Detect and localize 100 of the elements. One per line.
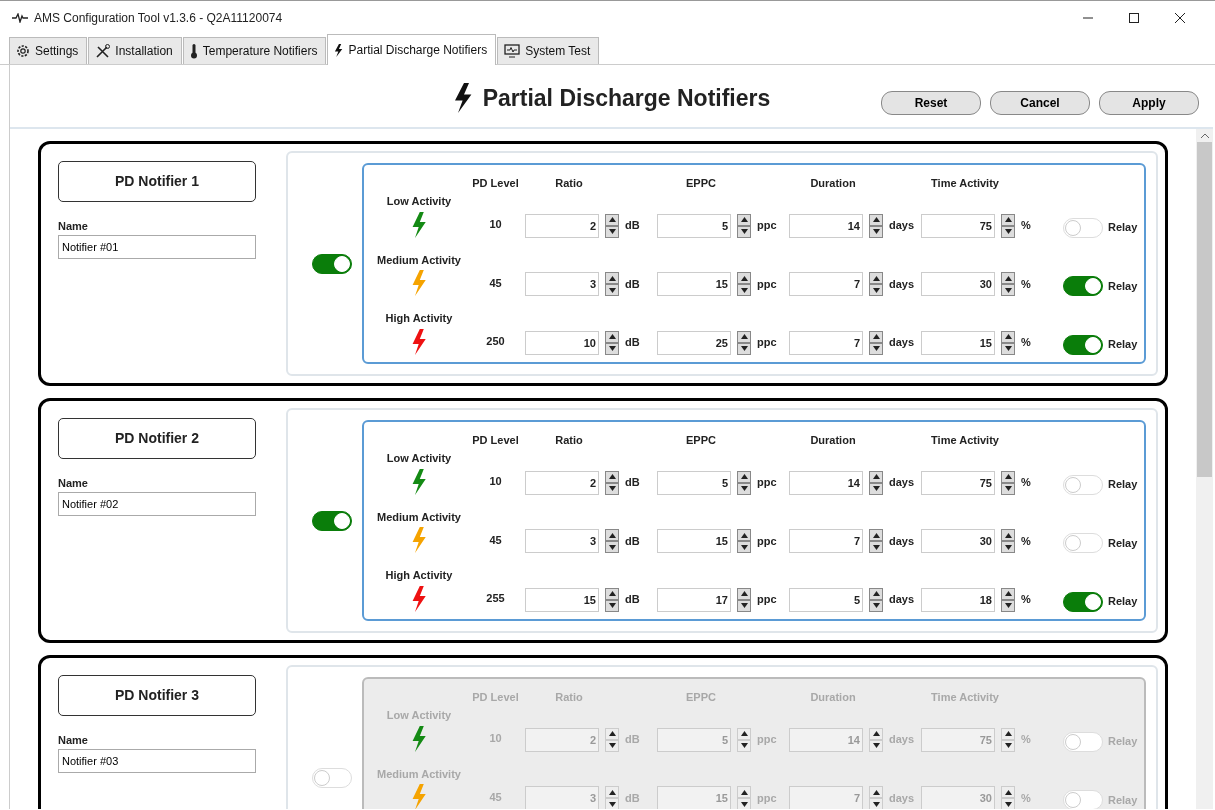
spin-up-button[interactable] — [869, 786, 883, 798]
number-field[interactable]: 5 — [657, 470, 731, 495]
spin-up-button[interactable] — [737, 470, 751, 483]
toggle-switch[interactable] — [312, 510, 352, 531]
number-field[interactable]: 14 — [789, 470, 863, 495]
number-field[interactable]: 7 — [789, 330, 863, 355]
spin-up-button[interactable] — [605, 470, 619, 483]
unit-label: ppc — [757, 218, 777, 234]
spin-down-button[interactable] — [737, 541, 751, 553]
spin-up-button[interactable] — [605, 272, 619, 284]
spin-up-button[interactable] — [737, 786, 751, 798]
spin-up-button[interactable] — [605, 529, 619, 541]
maximize-icon[interactable] — [1129, 12, 1139, 23]
number-field[interactable]: 75 — [921, 470, 995, 495]
spin-down-button[interactable] — [605, 284, 619, 296]
spin-up-button[interactable] — [737, 330, 751, 343]
spin-up-button[interactable] — [1001, 470, 1015, 483]
action-button[interactable]: Apply — [1099, 91, 1199, 115]
triangle-up-icon — [872, 275, 880, 281]
spin-up-button[interactable] — [1001, 330, 1015, 343]
spin-up-button[interactable] — [869, 587, 883, 600]
spin-up-button[interactable] — [605, 213, 619, 226]
spin-down-button[interactable] — [737, 798, 751, 809]
spin-up-button[interactable] — [869, 727, 883, 740]
name-field[interactable]: Notifier #01 — [58, 234, 256, 259]
spin-up-button[interactable] — [605, 727, 619, 740]
scrollbar-thumb[interactable] — [1197, 142, 1212, 477]
tab[interactable]: Temperature Notifiers — [182, 37, 327, 64]
spin-up-button[interactable] — [1001, 587, 1015, 600]
spin-up-button[interactable] — [1001, 727, 1015, 740]
number-field[interactable]: 15 — [921, 330, 995, 355]
number-field[interactable]: 15 — [525, 587, 599, 612]
spin-down-button[interactable] — [1001, 284, 1015, 296]
unit-label: ppc — [757, 732, 777, 748]
action-button[interactable]: Reset — [881, 91, 981, 115]
number-field[interactable]: 3 — [525, 272, 599, 296]
tab[interactable]: Installation — [88, 37, 182, 64]
spin-down-button[interactable] — [1001, 798, 1015, 809]
spin-up-button[interactable] — [1001, 272, 1015, 284]
name-field[interactable]: Notifier #02 — [58, 491, 256, 516]
spin-up-button[interactable] — [869, 529, 883, 541]
name-field[interactable]: Notifier #03 — [58, 748, 256, 773]
number-field[interactable]: 14 — [789, 213, 863, 238]
spin-up-button[interactable] — [737, 213, 751, 226]
number-field[interactable]: 15 — [657, 529, 731, 553]
number-field[interactable]: 30 — [921, 272, 995, 296]
spin-down-button[interactable] — [869, 284, 883, 296]
spin-up-button[interactable] — [737, 727, 751, 740]
number-field[interactable]: 7 — [789, 529, 863, 553]
spin-up-button[interactable] — [869, 272, 883, 284]
number-field[interactable]: 3 — [525, 529, 599, 553]
toggle-switch[interactable] — [1063, 591, 1103, 612]
number-field[interactable]: 5 — [789, 587, 863, 612]
triangle-up-icon — [608, 474, 616, 479]
spin-down-button[interactable] — [869, 798, 883, 809]
spin-down-button[interactable] — [1001, 541, 1015, 553]
spin-down-button[interactable] — [605, 541, 619, 553]
spin-up-button[interactable] — [737, 272, 751, 284]
spin-up-button[interactable] — [737, 587, 751, 600]
spin-down-button[interactable] — [605, 798, 619, 809]
number-field[interactable]: 10 — [525, 330, 599, 355]
toggle-switch[interactable] — [1063, 334, 1103, 355]
number-field[interactable]: 5 — [657, 213, 731, 238]
number-field[interactable]: 17 — [657, 587, 731, 612]
spin-down-button[interactable] — [737, 284, 751, 296]
number-field[interactable]: 7 — [789, 272, 863, 296]
spin-up-button[interactable] — [605, 587, 619, 600]
tab[interactable]: System Test — [497, 37, 600, 64]
triangle-down-icon — [740, 229, 748, 234]
close-icon[interactable] — [1175, 12, 1185, 23]
triangle-down-icon — [872, 486, 880, 491]
spin-up-button[interactable] — [869, 330, 883, 343]
number-field[interactable]: 2 — [525, 213, 599, 238]
number-field[interactable]: 30 — [921, 529, 995, 553]
spin-up-button[interactable] — [605, 786, 619, 798]
tab[interactable]: Partial Discharge Notifiers — [327, 34, 497, 65]
number-field[interactable]: 15 — [657, 272, 731, 296]
triangle-down-icon — [872, 229, 880, 234]
triangle-up-icon — [740, 217, 748, 222]
number-field[interactable]: 25 — [657, 330, 731, 355]
scroll-up-icon[interactable] — [1200, 133, 1209, 138]
toggle-switch[interactable] — [312, 253, 352, 274]
tab[interactable]: Settings — [9, 37, 88, 64]
spin-up-button[interactable] — [1001, 786, 1015, 798]
spin-down-button[interactable] — [869, 541, 883, 553]
spin-up-button[interactable] — [1001, 529, 1015, 541]
toggle-switch[interactable] — [1063, 276, 1103, 296]
triangle-up-icon — [872, 731, 880, 736]
column-header: Duration — [809, 176, 857, 191]
spin-up-button[interactable] — [605, 330, 619, 343]
triangle-down-icon — [1004, 346, 1012, 351]
spin-up-button[interactable] — [869, 213, 883, 226]
number-field[interactable]: 75 — [921, 213, 995, 238]
spin-up-button[interactable] — [737, 529, 751, 541]
number-field[interactable]: 2 — [525, 470, 599, 495]
action-button[interactable]: Cancel — [990, 91, 1090, 115]
number-field[interactable]: 18 — [921, 587, 995, 612]
spin-up-button[interactable] — [1001, 213, 1015, 226]
scrollbar[interactable] — [1196, 129, 1213, 809]
spin-up-button[interactable] — [869, 470, 883, 483]
